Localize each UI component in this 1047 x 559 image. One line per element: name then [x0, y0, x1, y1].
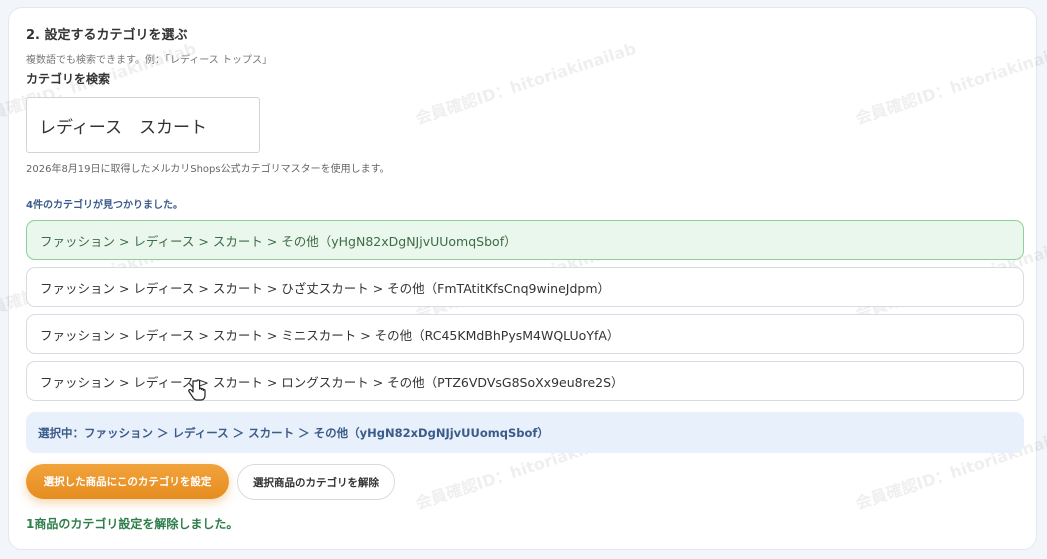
category-search-input[interactable]	[26, 97, 260, 153]
section-title: 2. 設定するカテゴリを選ぶ	[26, 28, 188, 43]
category-option-selected[interactable]: ファッション > レディース > スカート > その他（yHgN82xDgNJj…	[26, 220, 1024, 260]
selected-category-banner: 選択中：ファッション ＞ レディース ＞ スカート ＞ その他（yHgN82xD…	[26, 412, 1024, 453]
category-option[interactable]: ファッション > レディース > スカート > ロングスカート > その他（PT…	[26, 361, 1024, 401]
status-message: 1商品のカテゴリ設定を解除しました。	[26, 517, 239, 531]
search-label: カテゴリを検索	[26, 72, 111, 86]
category-option[interactable]: ファッション > レディース > スカート > ひざ丈スカート > その他（Fm…	[26, 267, 1024, 307]
clear-category-button[interactable]: 選択商品のカテゴリを解除	[237, 464, 395, 500]
category-source-note: 2026年8月19日に取得したメルカリShops公式カテゴリマスターを使用します…	[26, 164, 390, 175]
hand-pointer-cursor-icon	[188, 379, 206, 401]
result-count: 4件のカテゴリが見つかりました。	[26, 200, 183, 211]
apply-category-button[interactable]: 選択した商品にこのカテゴリを設定	[26, 464, 229, 499]
search-hint: 複数語でも検索できます。例：「レディース トップス」	[26, 55, 272, 66]
category-option[interactable]: ファッション > レディース > スカート > ミニスカート > その他（RC4…	[26, 314, 1024, 354]
